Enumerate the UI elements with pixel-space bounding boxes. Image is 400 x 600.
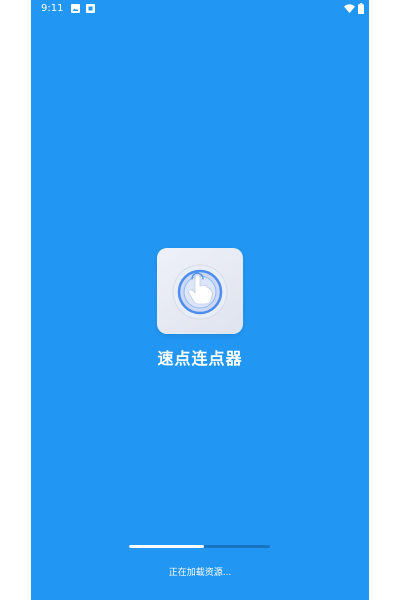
notification-box-icon bbox=[86, 4, 95, 13]
wifi-icon bbox=[344, 4, 355, 13]
app-icon bbox=[157, 248, 243, 334]
splash-screen: 9:11 速点连点器 正在加载资源... bbox=[31, 0, 369, 600]
image-icon bbox=[71, 4, 80, 13]
battery-icon bbox=[358, 3, 364, 14]
loading-text: 正在加载资源... bbox=[168, 568, 232, 578]
hand-tap-icon bbox=[172, 264, 228, 320]
loading-progress-bar bbox=[129, 545, 270, 548]
app-name: 速点连点器 bbox=[157, 349, 243, 368]
loading-progress-fill bbox=[129, 545, 204, 548]
status-bar: 9:11 bbox=[31, 0, 369, 18]
status-time: 9:11 bbox=[41, 3, 64, 14]
